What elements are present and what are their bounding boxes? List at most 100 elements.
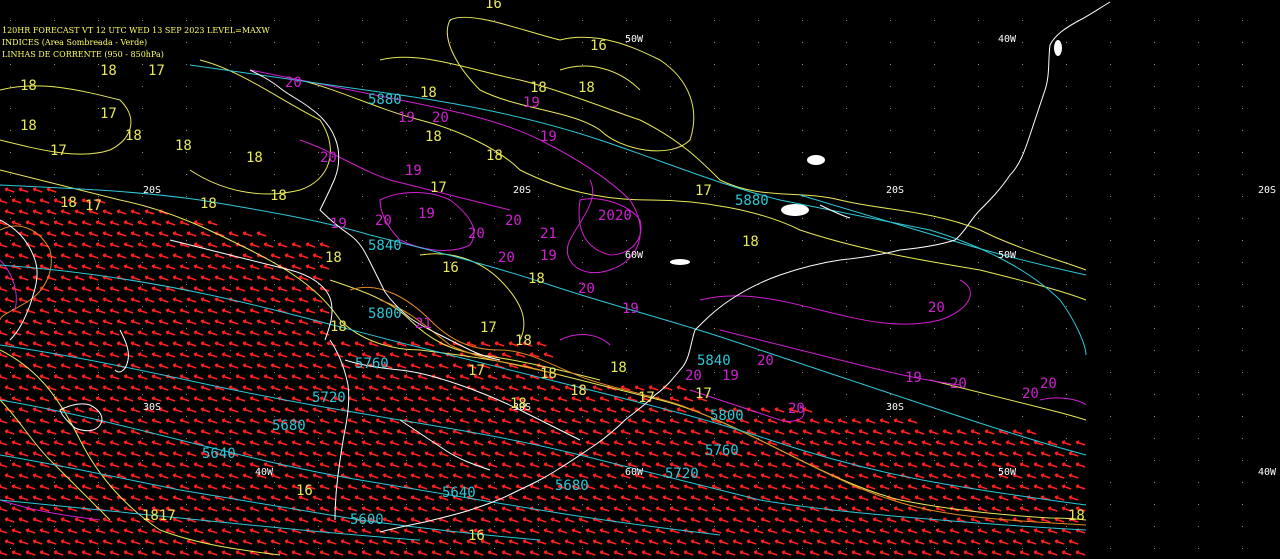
grid-dot [1198, 240, 1199, 241]
grid-dot [494, 218, 495, 219]
grid-dot [626, 394, 627, 395]
grid-dot [1198, 42, 1199, 43]
grid-dot [318, 262, 319, 263]
yellow-contour-label: 18 [528, 271, 545, 287]
grid-dot [802, 130, 803, 131]
grid-dot [934, 548, 935, 549]
grid-dot [230, 482, 231, 483]
grid-dot [54, 482, 55, 483]
grid-dot [714, 262, 715, 263]
grid-dot [98, 350, 99, 351]
grid-dot [714, 130, 715, 131]
grid-dot [538, 240, 539, 241]
grid-dot [758, 460, 759, 461]
grid-dot [1198, 306, 1199, 307]
yellow-contour-label: 18 [578, 80, 595, 96]
grid-dot [758, 504, 759, 505]
grid-dot [1066, 108, 1067, 109]
grid-dot [890, 174, 891, 175]
longitude-label: 40W [998, 34, 1017, 45]
grid-dot [714, 240, 715, 241]
latitude-label: 20S [513, 185, 531, 196]
grid-dot [1198, 284, 1199, 285]
grid-dot [1154, 262, 1155, 263]
yellow-contour-label: 17 [430, 180, 447, 196]
grid-dot [1110, 526, 1111, 527]
grid-dot [10, 350, 11, 351]
grid-dot [1110, 240, 1111, 241]
grid-dot [142, 130, 143, 131]
grid-dot [362, 108, 363, 109]
grid-dot [714, 482, 715, 483]
grid-dot [494, 416, 495, 417]
grid-dot [934, 394, 935, 395]
grid-dot [670, 42, 671, 43]
grid-dot [450, 64, 451, 65]
grid-dot [1110, 306, 1111, 307]
grid-dot [626, 438, 627, 439]
grid-dot [10, 218, 11, 219]
grid-dot [318, 108, 319, 109]
grid-dot [406, 438, 407, 439]
yellow-contour-label: 17 [100, 106, 117, 122]
grid-dot [1242, 86, 1243, 87]
grid-dot [538, 130, 539, 131]
grid-dot [1110, 504, 1111, 505]
grid-dot [758, 174, 759, 175]
yellow-contour-label: 18 [486, 148, 503, 164]
grid-dot [890, 152, 891, 153]
grid-dot [274, 64, 275, 65]
grid-dot [142, 284, 143, 285]
grid-dot [846, 328, 847, 329]
grid-dot [362, 262, 363, 263]
grid-dot [538, 350, 539, 351]
grid-dot [582, 416, 583, 417]
grid-dot [142, 174, 143, 175]
grid-dot [1066, 350, 1067, 351]
grid-dot [230, 262, 231, 263]
grid-dot [846, 174, 847, 175]
grid-dot [1110, 196, 1111, 197]
grid-dot [1242, 328, 1243, 329]
grid-dot [1022, 350, 1023, 351]
grid-dot [670, 152, 671, 153]
grid-dot [318, 42, 319, 43]
grid-dot [582, 196, 583, 197]
grid-dot [274, 152, 275, 153]
grid-dot [362, 416, 363, 417]
grid-dot [362, 438, 363, 439]
grid-dot [626, 526, 627, 527]
grid-dot [1154, 372, 1155, 373]
grid-dot [890, 306, 891, 307]
grid-dot [230, 86, 231, 87]
grid-dot [318, 548, 319, 549]
grid-dot [714, 460, 715, 461]
magenta-contour-label: 20 [788, 401, 805, 417]
grid-dot [10, 416, 11, 417]
grid-dot [934, 42, 935, 43]
grid-dot [1198, 372, 1199, 373]
grid-dot [318, 240, 319, 241]
grid-dot [934, 372, 935, 373]
grid-dot [10, 394, 11, 395]
grid-dot [1242, 284, 1243, 285]
grid-dot [1066, 328, 1067, 329]
grid-dot [890, 86, 891, 87]
grid-dot [934, 240, 935, 241]
grid-dot [98, 394, 99, 395]
grid-dot [626, 64, 627, 65]
grid-dot [1110, 262, 1111, 263]
grid-dot [538, 174, 539, 175]
yellow-contour-label: 16 [296, 483, 313, 499]
grid-dot [230, 306, 231, 307]
grid-dot [802, 64, 803, 65]
grid-dot [54, 108, 55, 109]
grid-dot [1022, 504, 1023, 505]
grid-dot [846, 306, 847, 307]
grid-dot [670, 372, 671, 373]
grid-dot [230, 394, 231, 395]
grid-dot [802, 548, 803, 549]
grid-dot [1242, 152, 1243, 153]
grid-dot [626, 460, 627, 461]
grid-dot [406, 306, 407, 307]
